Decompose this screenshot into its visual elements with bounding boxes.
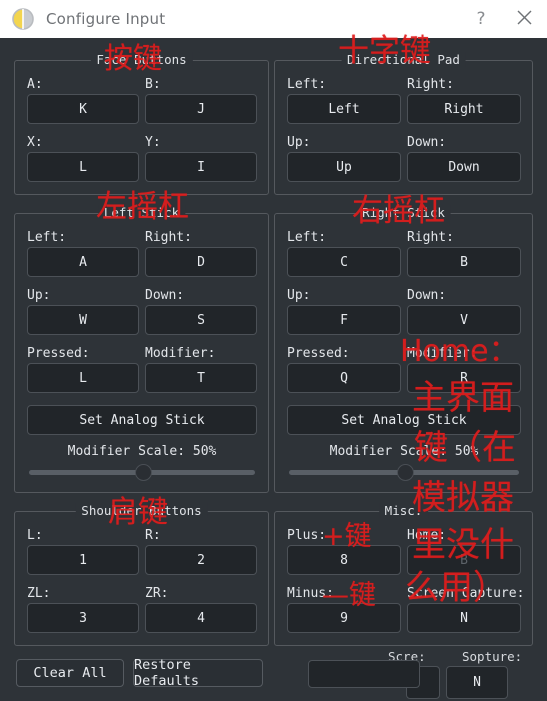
group-face-buttons: Face Buttons A: K B: J X: L Y: I [14, 52, 269, 195]
label-lstick-down: Down: [145, 288, 185, 303]
label-face-y: Y: [145, 135, 161, 150]
label-rstick-up: Up: [287, 288, 311, 303]
label-face-x: X: [27, 135, 43, 150]
button-lstick-left[interactable]: A [27, 247, 139, 277]
slider-handle[interactable] [135, 464, 152, 481]
button-rstick-up[interactable]: F [287, 305, 401, 335]
label-rstick-down: Down: [407, 288, 447, 303]
button-misc-minus[interactable]: 9 [287, 603, 401, 633]
label-misc-home: Home: [407, 528, 447, 543]
group-title-right-stick: Right Stick [356, 205, 451, 220]
label-misc-screen-capture: Screen Capture: [407, 586, 525, 601]
button-face-y[interactable]: I [145, 152, 257, 182]
button-artifact-wide[interactable] [308, 660, 420, 688]
label-lstick-modifier: Modifier: [145, 346, 216, 361]
group-title-shoulder-buttons: Shoulder Buttons [75, 503, 208, 518]
button-misc-plus[interactable]: 8 [287, 545, 401, 575]
button-misc-screen-capture[interactable]: N [407, 603, 521, 633]
button-lstick-right[interactable]: D [145, 247, 257, 277]
button-shoulder-l[interactable]: 1 [27, 545, 139, 575]
button-rstick-modifier[interactable]: R [407, 363, 521, 393]
label-artifact-right: Sopture: [462, 649, 523, 664]
help-button[interactable]: ? [461, 9, 501, 29]
button-rstick-right[interactable]: B [407, 247, 521, 277]
label-misc-minus: Minus: [287, 586, 334, 601]
button-artifact-capture[interactable]: N [446, 666, 508, 699]
configure-input-window: Configure Input ? Face Buttons A: K B: J… [0, 0, 547, 701]
label-face-b: B: [145, 77, 161, 92]
button-face-x[interactable]: L [27, 152, 139, 182]
button-shoulder-r[interactable]: 2 [145, 545, 257, 575]
label-lstick-right: Right: [145, 230, 192, 245]
yuzu-logo-icon [10, 6, 36, 32]
label-dpad-down: Down: [407, 135, 447, 150]
slider-right-stick-modifier-scale[interactable] [289, 464, 519, 482]
label-dpad-up: Up: [287, 135, 311, 150]
group-shoulder-buttons: Shoulder Buttons L: 1 R: 2 ZL: 3 ZR: 4 [14, 503, 269, 646]
button-face-b[interactable]: J [145, 94, 257, 124]
group-right-stick: Right Stick Left: C Right: B Up: F Down:… [274, 205, 533, 493]
button-misc-home[interactable]: B [407, 545, 521, 575]
slider-handle[interactable] [397, 464, 414, 481]
label-lstick-left: Left: [27, 230, 67, 245]
group-left-stick: Left Stick Left: A Right: D Up: W Down: … [14, 205, 269, 493]
button-rstick-down[interactable]: V [407, 305, 521, 335]
button-lstick-up[interactable]: W [27, 305, 139, 335]
label-left-stick-modifier-scale: Modifier Scale: 50% [67, 444, 217, 459]
button-dpad-up[interactable]: Up [287, 152, 401, 182]
button-shoulder-zr[interactable]: 4 [145, 603, 257, 633]
button-rstick-left[interactable]: C [287, 247, 401, 277]
label-right-stick-modifier-scale: Modifier Scale: 50% [329, 444, 479, 459]
window-title: Configure Input [46, 10, 166, 28]
group-title-left-stick: Left Stick [97, 205, 186, 220]
label-misc-plus: Plus: [287, 528, 327, 543]
group-misc: Misc. Plus: 8 Home: B Minus: 9 Screen Ca… [274, 503, 533, 646]
group-title-face-buttons: Face Buttons [90, 52, 193, 67]
group-directional-pad: Directional Pad Left: Left Right: Right … [274, 52, 533, 195]
button-face-a[interactable]: K [27, 94, 139, 124]
label-rstick-left: Left: [287, 230, 327, 245]
button-set-analog-stick-right[interactable]: Set Analog Stick [287, 405, 521, 435]
close-icon[interactable] [501, 9, 547, 30]
title-bar: Configure Input ? [0, 0, 547, 38]
label-lstick-up: Up: [27, 288, 51, 303]
group-title-misc: Misc. [378, 503, 429, 518]
group-title-directional-pad: Directional Pad [341, 52, 466, 67]
label-shoulder-zl: ZL: [27, 586, 51, 601]
button-rstick-pressed[interactable]: Q [287, 363, 401, 393]
button-lstick-modifier[interactable]: T [145, 363, 257, 393]
restore-defaults-button[interactable]: Restore Defaults [133, 657, 263, 689]
button-lstick-pressed[interactable]: L [27, 363, 139, 393]
label-dpad-right: Right: [407, 77, 454, 92]
button-lstick-down[interactable]: S [145, 305, 257, 335]
label-lstick-pressed: Pressed: [27, 346, 90, 361]
button-shoulder-zl[interactable]: 3 [27, 603, 139, 633]
button-set-analog-stick-left[interactable]: Set Analog Stick [27, 405, 257, 435]
label-face-a: A: [27, 77, 43, 92]
clear-all-button[interactable]: Clear All [16, 659, 124, 687]
label-dpad-left: Left: [287, 77, 327, 92]
label-shoulder-r: R: [145, 528, 161, 543]
label-rstick-pressed: Pressed: [287, 346, 350, 361]
button-dpad-right[interactable]: Right [407, 94, 521, 124]
label-rstick-modifier: Modifier: [407, 346, 478, 361]
label-shoulder-zr: ZR: [145, 586, 169, 601]
button-dpad-down[interactable]: Down [407, 152, 521, 182]
button-dpad-left[interactable]: Left [287, 94, 401, 124]
label-shoulder-l: L: [27, 528, 43, 543]
label-rstick-right: Right: [407, 230, 454, 245]
slider-left-stick-modifier-scale[interactable] [29, 464, 255, 482]
